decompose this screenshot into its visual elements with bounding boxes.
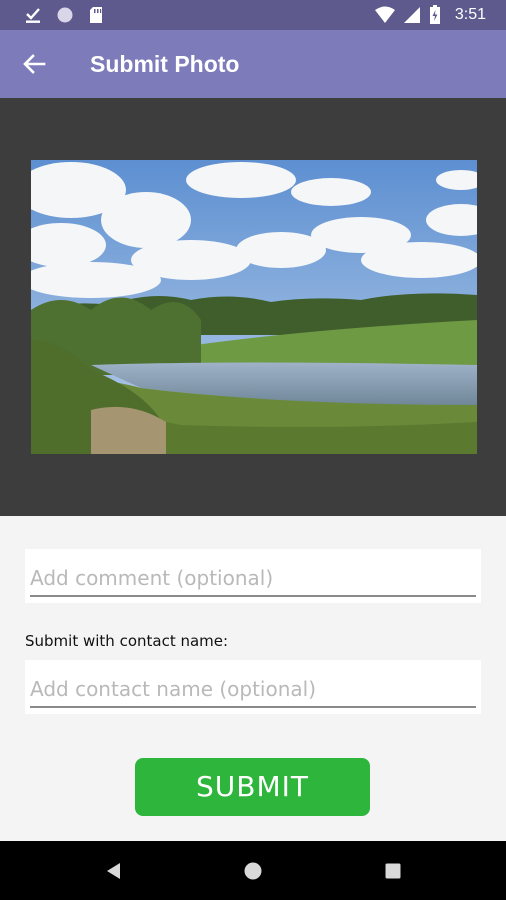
circle-icon <box>57 7 73 23</box>
status-time: 3:51 <box>454 6 486 23</box>
status-right-icons: 3:51 <box>374 5 486 25</box>
status-left-icons <box>24 6 104 24</box>
signal-icon <box>403 7 420 23</box>
comment-input[interactable] <box>30 563 476 597</box>
download-done-icon <box>26 8 40 23</box>
home-circle-icon[interactable] <box>242 860 264 882</box>
wifi-icon <box>374 6 395 23</box>
submit-button[interactable]: SUBMIT <box>135 758 370 816</box>
contact-name-input[interactable] <box>30 674 476 708</box>
photo-preview-area <box>0 98 506 516</box>
page-title: Submit Photo <box>90 51 240 77</box>
contact-field-container <box>25 660 481 714</box>
form-area: Submit with contact name: SUBMIT <box>0 516 506 841</box>
sd-card-icon <box>90 7 102 23</box>
comment-field-container <box>25 549 481 603</box>
recents-square-icon[interactable] <box>382 860 404 882</box>
status-bar: 3:51 <box>0 0 506 30</box>
back-triangle-icon[interactable] <box>103 860 125 882</box>
battery-icon <box>429 5 440 24</box>
contact-name-label: Submit with contact name: <box>25 632 229 650</box>
app-bar: Submit Photo <box>0 30 506 98</box>
system-nav-bar <box>0 841 506 900</box>
landscape-photo <box>31 160 477 454</box>
arrow-back-icon[interactable] <box>20 50 48 78</box>
